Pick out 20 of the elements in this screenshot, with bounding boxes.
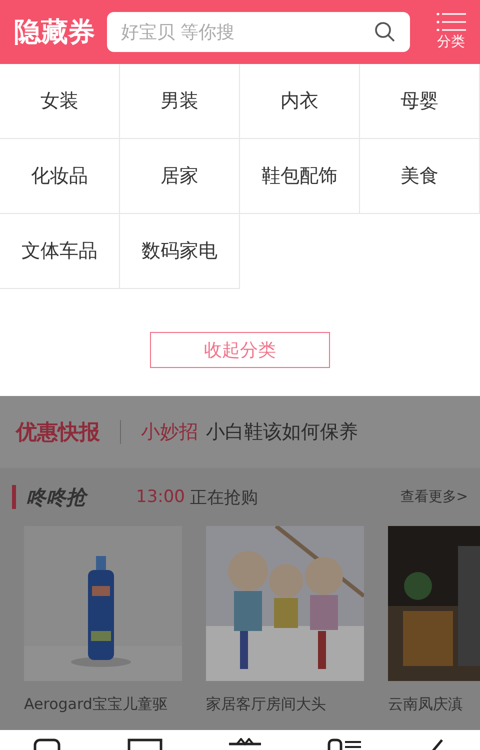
category-item[interactable]: 男装 [120,64,240,139]
section-title: 咚咚抢 [26,484,136,510]
sale-time: 13:00 [136,487,185,507]
category-item[interactable]: 母婴 [360,64,480,139]
category-item[interactable]: 女装 [0,64,120,139]
category-item[interactable]: 文体车品 [0,214,120,289]
sale-status: 正在抢购 [190,486,259,508]
category-item[interactable]: 美食 [360,139,480,214]
category-item[interactable]: 内衣 [240,64,360,139]
logo: 隐藏券 [14,16,95,50]
news-tag: 小妙招 [141,419,198,445]
menu-icon [436,13,466,31]
category-item[interactable]: 居家 [120,139,240,214]
category-item[interactable]: 鞋包配饰 [240,139,360,214]
news-title: 优惠快报 [16,419,100,446]
category-item[interactable]: 化妆品 [0,139,120,214]
category-item[interactable]: 数码家电 [120,214,240,289]
search-icon[interactable] [374,21,396,43]
news-headline[interactable]: 小白鞋该如何保养 [206,419,358,445]
search-field[interactable]: 好宝贝 等你搜 [107,12,410,52]
